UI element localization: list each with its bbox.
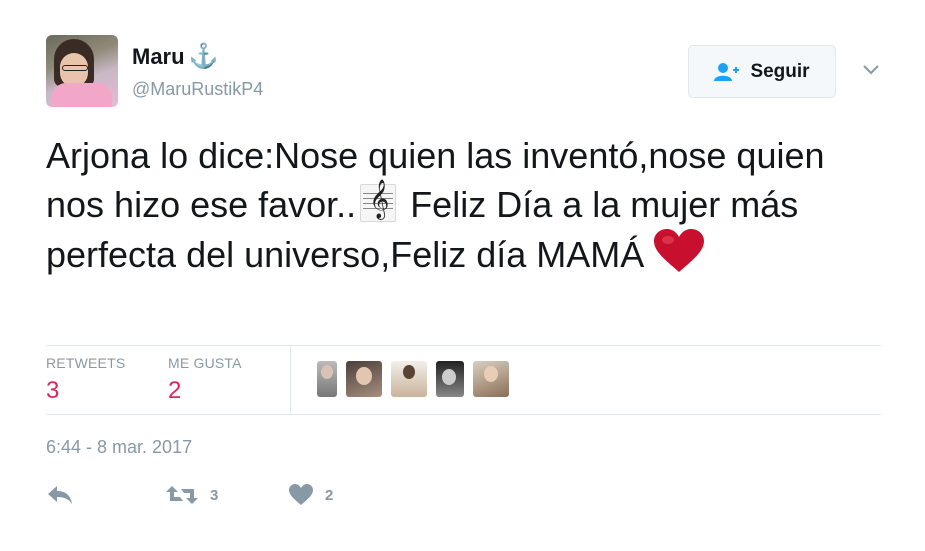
user-handle[interactable]: @MaruRustikP4 bbox=[132, 79, 263, 100]
retweets-stat[interactable]: RETWEETS 3 bbox=[46, 355, 125, 405]
follow-button-label: Seguir bbox=[750, 60, 810, 82]
reply-icon bbox=[48, 486, 72, 504]
liker-avatar[interactable] bbox=[436, 361, 464, 397]
likes-label: ME GUSTA bbox=[168, 355, 242, 371]
chevron-down-icon[interactable] bbox=[860, 58, 882, 80]
user-name-row[interactable]: Maru ⚓ bbox=[132, 44, 218, 70]
red-heart-emoji bbox=[654, 229, 705, 272]
divider-top bbox=[46, 345, 881, 346]
retweets-count: 3 bbox=[46, 377, 60, 404]
liker-avatar[interactable] bbox=[473, 361, 509, 397]
follow-button[interactable]: Seguir bbox=[688, 45, 836, 98]
reply-button[interactable] bbox=[46, 484, 74, 506]
stats-separator bbox=[290, 345, 291, 414]
heart-icon bbox=[289, 484, 313, 505]
liker-avatar[interactable] bbox=[391, 361, 427, 397]
tweet-text: Arjona lo dice:Nose quien las inventó,no… bbox=[46, 131, 876, 279]
avatar-glasses bbox=[62, 65, 88, 71]
music-score-emoji: 𝄞 bbox=[360, 182, 397, 222]
liker-avatars bbox=[317, 361, 509, 397]
profile-avatar[interactable] bbox=[46, 35, 118, 107]
liker-avatar[interactable] bbox=[346, 361, 382, 397]
retweet-icon bbox=[166, 486, 198, 504]
like-action-count: 2 bbox=[325, 486, 334, 504]
retweets-label: RETWEETS bbox=[46, 355, 126, 371]
tweet-timestamp[interactable]: 6:44 - 8 mar. 2017 bbox=[46, 437, 192, 458]
user-display-name[interactable]: Maru bbox=[132, 44, 185, 70]
likes-stat[interactable]: ME GUSTA 2 bbox=[168, 355, 242, 405]
add-user-icon bbox=[714, 62, 740, 81]
likes-count: 2 bbox=[168, 377, 182, 404]
liker-avatar[interactable] bbox=[317, 361, 337, 397]
retweet-action-count: 3 bbox=[210, 486, 219, 504]
anchor-icon: ⚓ bbox=[188, 43, 219, 70]
retweet-button[interactable]: 3 bbox=[166, 484, 218, 506]
avatar-shirt bbox=[52, 83, 112, 107]
divider-bottom bbox=[46, 414, 881, 415]
like-button[interactable]: 2 bbox=[289, 484, 333, 506]
